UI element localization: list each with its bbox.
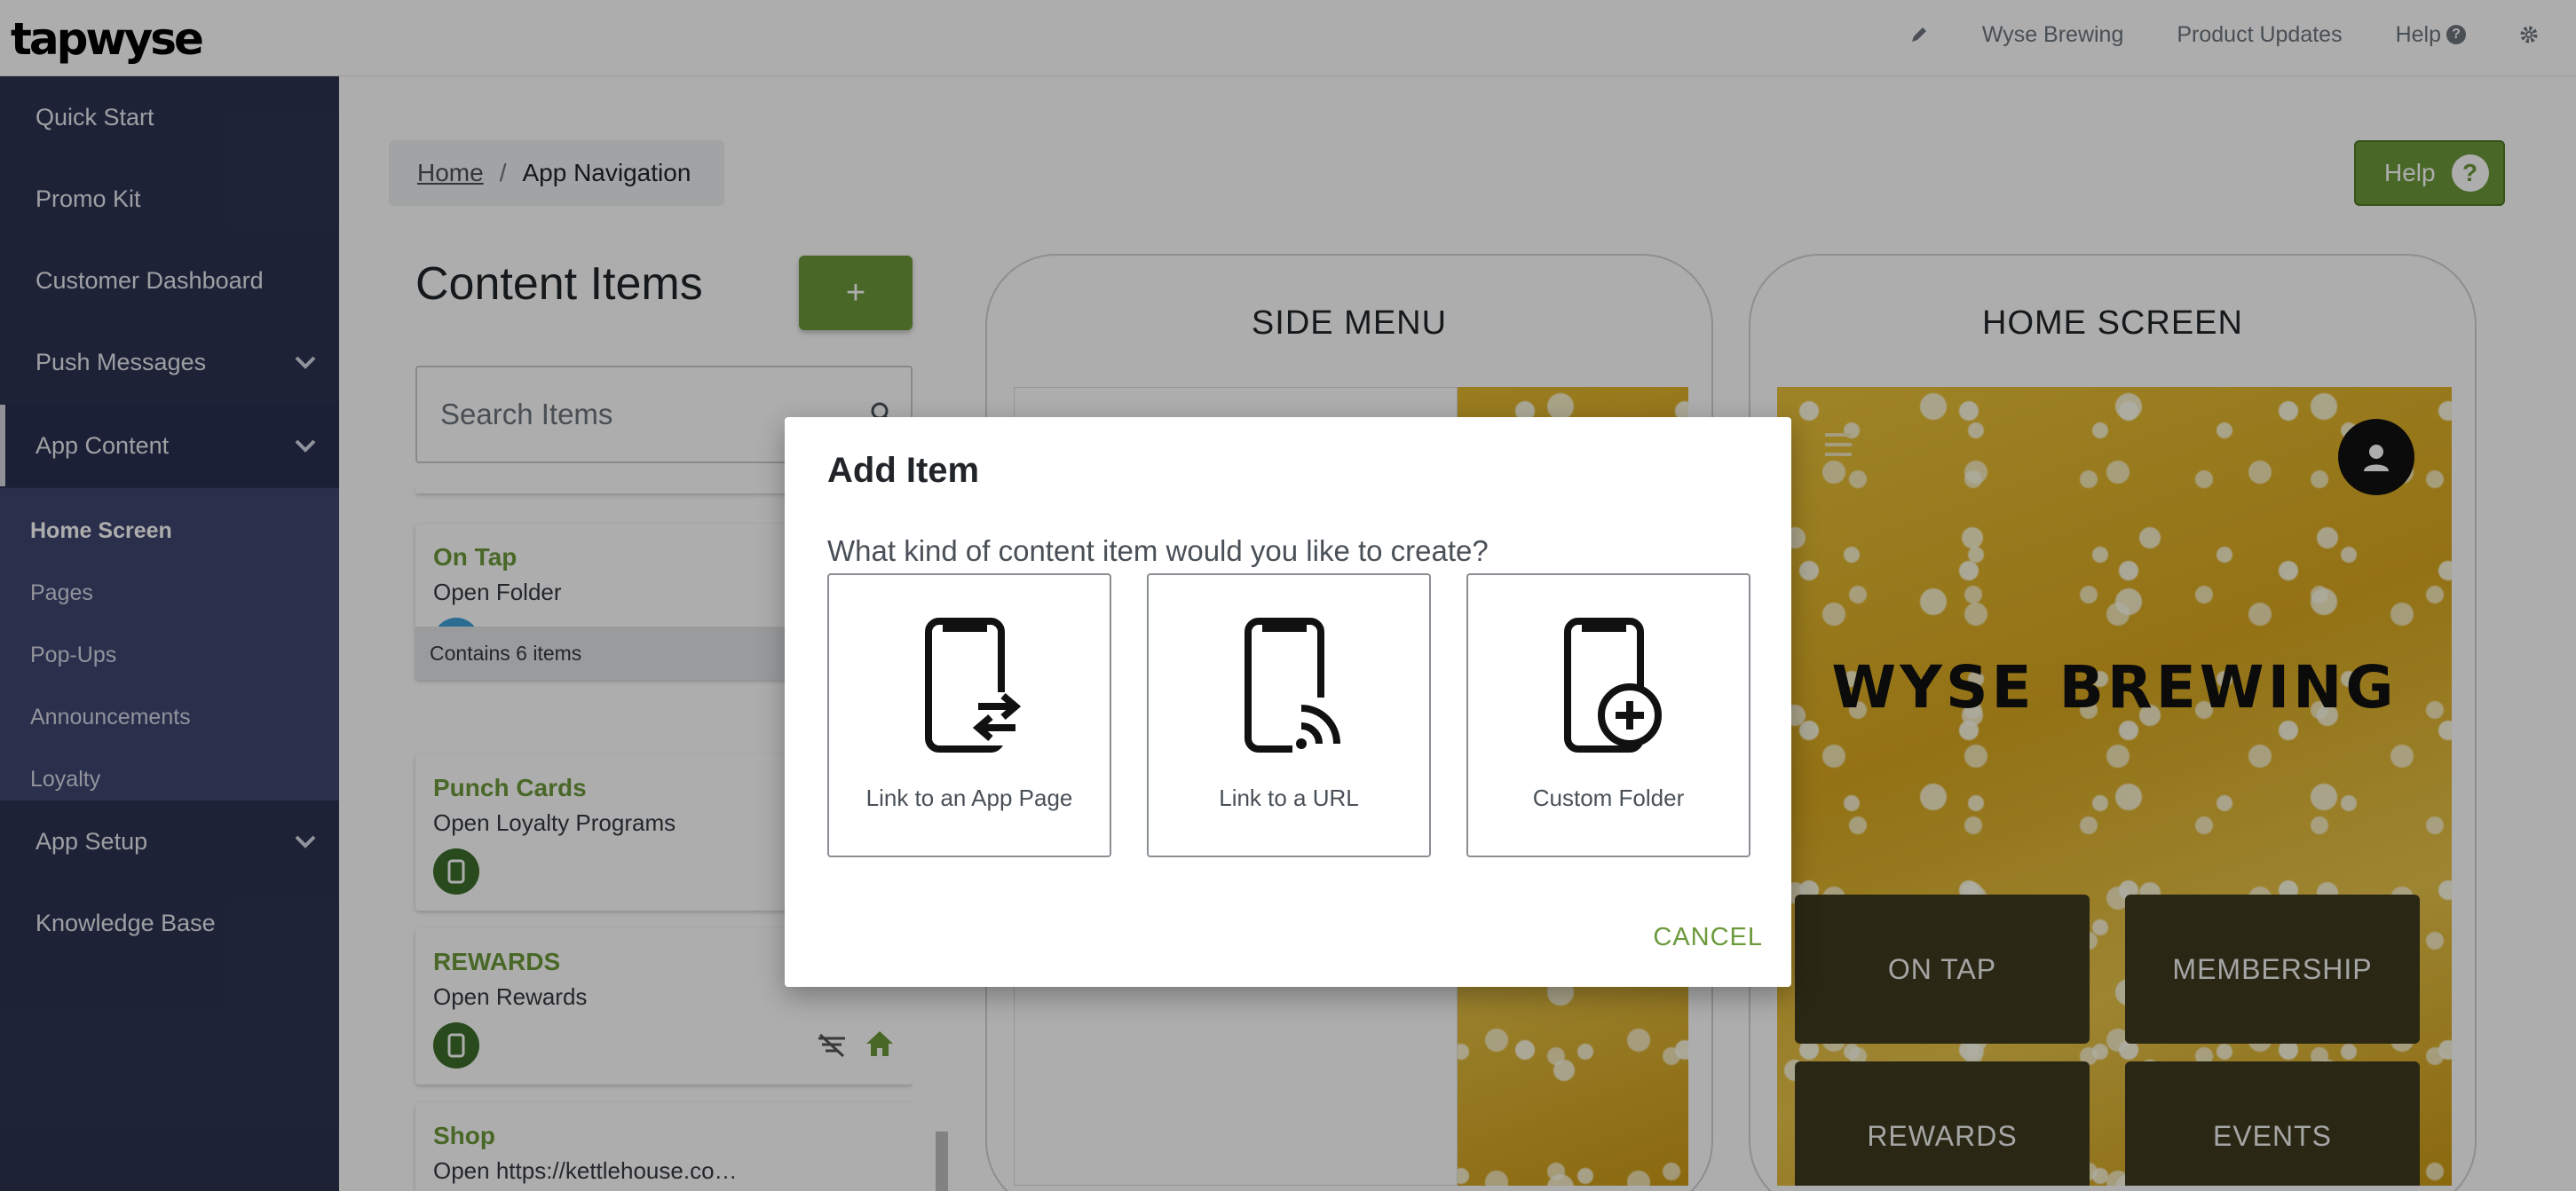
option-label: Link to an App Page [865,785,1073,811]
option-label: Custom Folder [1532,785,1685,811]
phone-plus-icon [1564,618,1662,753]
dialog-question: What kind of content item would you like… [827,534,1489,567]
phone-swap-icon [925,618,1022,753]
phone-signal-icon [1245,618,1342,753]
dialog-title: Add Item [827,451,980,490]
option-link-app-page[interactable]: Link to an App Page [827,573,1111,857]
cancel-button[interactable]: CANCEL [1653,923,1763,952]
option-link-url[interactable]: Link to a URL [1147,573,1431,857]
add-item-dialog: Add Item What kind of content item would… [785,417,1791,987]
option-custom-folder[interactable]: Custom Folder [1466,573,1750,857]
option-label: Link to a URL [1219,785,1359,811]
